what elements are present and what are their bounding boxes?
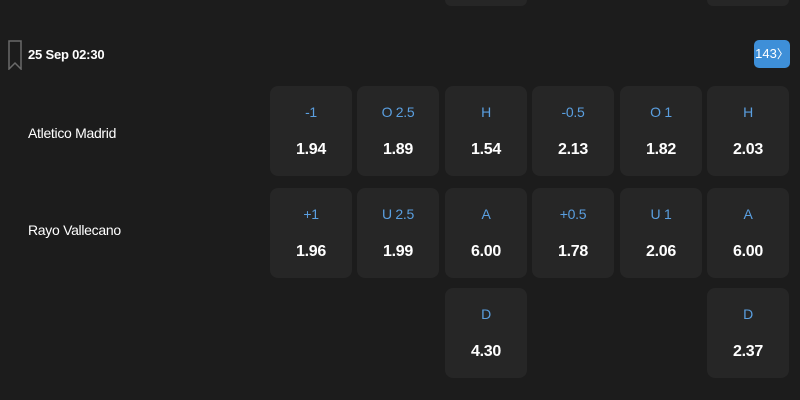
odds-cell-away-win[interactable]: A 6.00 — [445, 188, 527, 278]
odds-cell-half-handicap-home[interactable]: -0.5 2.13 — [532, 86, 614, 176]
odds-value: 4.30 — [471, 343, 501, 360]
market-label: D — [481, 306, 491, 322]
odds-cell-half-handicap-away[interactable]: +0.5 1.78 — [532, 188, 614, 278]
market-label: A — [743, 206, 753, 222]
market-label: H — [743, 104, 753, 120]
odds-cell-draw[interactable]: D 4.30 — [445, 288, 527, 378]
odds-cell-half-draw[interactable]: D 2.37 — [707, 288, 789, 378]
previous-odds-cell — [445, 0, 527, 6]
market-label: -1 — [305, 104, 317, 120]
odds-cell-home-win[interactable]: H 1.54 — [445, 86, 527, 176]
match-time: 25 Sep 02:30 — [28, 47, 105, 62]
odds-value: 1.99 — [383, 243, 413, 260]
odds-value: 1.96 — [296, 243, 326, 260]
market-label: A — [481, 206, 491, 222]
market-label: U 1 — [650, 206, 672, 222]
odds-value: 1.82 — [646, 141, 676, 158]
market-label: H — [481, 104, 491, 120]
odds-cell-over[interactable]: O 2.5 1.89 — [357, 86, 439, 176]
odds-value: 2.13 — [558, 141, 588, 158]
market-label: -0.5 — [561, 104, 585, 120]
odds-value: 1.78 — [558, 243, 588, 260]
odds-value: 6.00 — [471, 243, 501, 260]
market-label: O 1 — [650, 104, 672, 120]
home-team: Atletico Madrid — [28, 125, 117, 141]
odds-cell-half-over[interactable]: O 1 1.82 — [620, 86, 702, 176]
odds-value: 6.00 — [733, 243, 763, 260]
bookmark-icon[interactable] — [8, 40, 22, 70]
odds-cell-handicap-away[interactable]: +1 1.96 — [270, 188, 352, 278]
markets-count: 143 — [755, 46, 777, 61]
odds-cell-handicap-home[interactable]: -1 1.94 — [270, 86, 352, 176]
chevron-right-icon: 〉 — [776, 47, 789, 61]
previous-odds-cell — [707, 0, 789, 6]
odds-value: 1.89 — [383, 141, 413, 158]
odds-value: 1.94 — [296, 141, 326, 158]
odds-value: 2.37 — [733, 343, 763, 360]
more-markets-button[interactable]: 143〉 — [754, 40, 790, 68]
market-label: U 2.5 — [382, 206, 414, 222]
market-label: +1 — [303, 206, 319, 222]
odds-cell-half-under[interactable]: U 1 2.06 — [620, 188, 702, 278]
away-team: Rayo Vallecano — [28, 222, 121, 238]
odds-value: 1.54 — [471, 141, 501, 158]
market-label: +0.5 — [559, 206, 587, 222]
odds-cell-half-away-win[interactable]: A 6.00 — [707, 188, 789, 278]
match-header: 25 Sep 02:30 143〉 — [0, 36, 800, 76]
market-label: D — [743, 306, 753, 322]
odds-value: 2.06 — [646, 243, 676, 260]
odds-cell-half-home-win[interactable]: H 2.03 — [707, 86, 789, 176]
odds-value: 2.03 — [733, 141, 763, 158]
odds-cell-under[interactable]: U 2.5 1.99 — [357, 188, 439, 278]
market-label: O 2.5 — [381, 104, 415, 120]
